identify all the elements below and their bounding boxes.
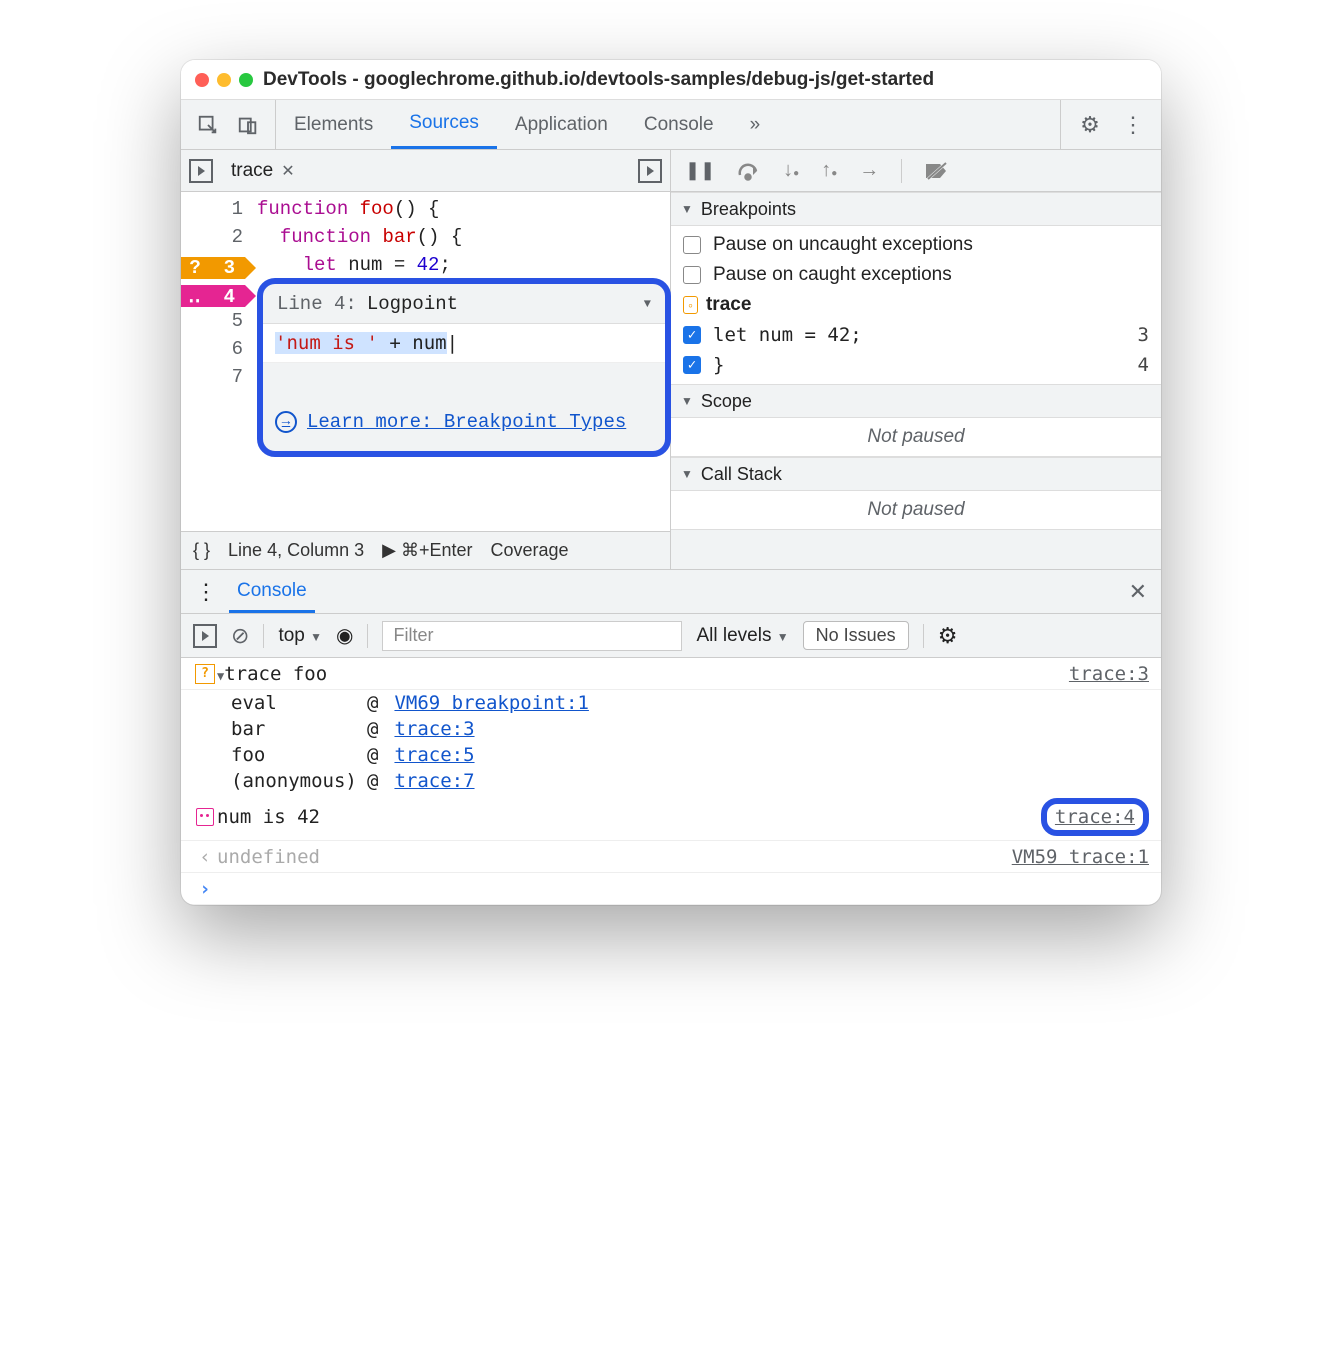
drawer-tab-console[interactable]: Console — [229, 570, 315, 613]
titlebar: DevTools - googlechrome.github.io/devtoo… — [181, 60, 1161, 100]
panel-tabs: Elements Sources Application Console » — [276, 100, 1060, 149]
stack-frame[interactable]: (anonymous)@trace:7 — [181, 768, 1161, 794]
clear-console-icon[interactable]: ⊘ — [231, 623, 249, 649]
log-levels-selector[interactable]: All levels ▼ — [696, 625, 788, 647]
console-filter-input[interactable]: Filter — [382, 621, 682, 651]
step-out-icon[interactable]: ↑● — [821, 159, 837, 182]
logpoint-marker[interactable]: ‥ 4 — [181, 285, 245, 307]
drawer-tabbar: ⋮ Console ✕ — [181, 570, 1161, 614]
breakpoints-header[interactable]: ▼Breakpoints — [671, 192, 1161, 226]
step-into-icon[interactable]: ↓● — [783, 159, 799, 182]
live-expression-icon[interactable]: ◉ — [336, 623, 353, 648]
tab-console[interactable]: Console — [626, 100, 732, 149]
stack-frame[interactable]: foo@trace:5 — [181, 742, 1161, 768]
line-1[interactable]: 1 — [181, 198, 257, 226]
close-tab-icon[interactable]: ✕ — [281, 161, 294, 181]
cursor-position: Line 4, Column 3 — [228, 540, 364, 561]
scope-header[interactable]: ▼Scope — [671, 384, 1161, 418]
stack-frame[interactable]: eval@VM69 breakpoint:1 — [181, 690, 1161, 716]
run-snippet-hint: ▶ ⌘+Enter — [382, 540, 472, 561]
console-output: ? ▼trace foo trace:3 eval@VM69 breakpoin… — [181, 658, 1161, 905]
close-drawer-icon[interactable]: ✕ — [1129, 579, 1147, 605]
source-link[interactable]: VM59 trace:1 — [1012, 846, 1149, 868]
step-over-icon[interactable] — [737, 161, 761, 181]
line-2[interactable]: 2 — [181, 226, 257, 254]
device-toolbar-icon[interactable] — [237, 114, 259, 136]
breakpoint-file-chip: ◦ — [683, 296, 698, 314]
stack-frame[interactable]: bar@trace:3 — [181, 716, 1161, 742]
logpoint-badge-icon — [196, 808, 214, 826]
console-prompt[interactable]: › — [181, 873, 1161, 905]
breakpoint-file-name: trace — [706, 294, 751, 316]
callstack-header[interactable]: ▼Call Stack — [671, 457, 1161, 491]
source-link[interactable]: trace:3 — [1069, 663, 1149, 685]
drawer-menu-icon[interactable]: ⋮ — [195, 579, 215, 605]
console-settings-icon[interactable]: ⚙ — [938, 623, 958, 649]
logpoint-expression-input[interactable]: 'num is ' + num| — [263, 324, 665, 363]
pause-uncaught-checkbox[interactable]: Pause on uncaught exceptions — [671, 230, 1161, 260]
external-link-icon: → — [275, 411, 297, 433]
editor-statusbar: { } Line 4, Column 3 ▶ ⌘+Enter Coverage — [181, 531, 670, 569]
line-7[interactable]: 7 — [181, 366, 257, 394]
line-5[interactable]: 5 — [181, 310, 257, 338]
conditional-breakpoint-marker[interactable]: ? 3 — [181, 257, 245, 279]
close-window-button[interactable] — [195, 73, 209, 87]
zoom-window-button[interactable] — [239, 73, 253, 87]
editor-tabbar: trace ✕ — [181, 150, 670, 192]
breakpoint-editor-popover: Line 4: Logpoint ▼ 'num is ' + num| → Le… — [257, 278, 671, 457]
line-4[interactable]: ‥ 4 — [181, 282, 257, 310]
minimize-window-button[interactable] — [217, 73, 231, 87]
pause-caught-checkbox[interactable]: Pause on caught exceptions — [671, 260, 1161, 290]
context-selector[interactable]: top ▼ — [278, 625, 322, 647]
highlighted-source-link[interactable]: trace:4 — [1041, 798, 1149, 836]
window-title: DevTools - googlechrome.github.io/devtoo… — [263, 69, 934, 91]
file-tab-label: trace — [231, 160, 273, 182]
scope-not-paused: Not paused — [671, 418, 1161, 457]
pretty-print-button[interactable]: { } — [193, 540, 210, 561]
line-6[interactable]: 6 — [181, 338, 257, 366]
issues-button[interactable]: No Issues — [803, 621, 909, 650]
tab-sources[interactable]: Sources — [391, 100, 497, 149]
console-return-row: ‹ undefined VM59 trace:1 — [181, 841, 1161, 873]
trace-badge-icon: ? — [195, 664, 215, 684]
dropdown-chevron-icon: ▼ — [644, 297, 651, 311]
breakpoint-type-select[interactable]: Logpoint ▼ — [367, 293, 651, 315]
console-trace-row[interactable]: ? ▼trace foo trace:3 — [181, 658, 1161, 690]
step-icon[interactable]: → — [859, 159, 879, 182]
navigator-toggle-icon[interactable] — [189, 159, 213, 183]
line-3[interactable]: ? 3 — [181, 254, 257, 282]
breakpoint-item[interactable]: ✓let num = 42;3 — [671, 320, 1161, 350]
settings-icon[interactable]: ⚙ — [1079, 114, 1101, 136]
console-logpoint-row[interactable]: num is 42 trace:4 — [181, 794, 1161, 841]
callstack-not-paused: Not paused — [671, 491, 1161, 530]
code-editor[interactable]: 1 2 ? 3 ‥ 4 5 6 7 function foo() { funct… — [181, 192, 670, 531]
pause-button[interactable]: ❚❚ — [685, 160, 715, 181]
popover-line-label: Line 4: — [277, 293, 357, 315]
debugger-toolbar: ❚❚ ↓● ↑● → — [671, 150, 1161, 192]
tabs-overflow[interactable]: » — [732, 100, 779, 149]
coverage-button[interactable]: Coverage — [491, 540, 569, 561]
breakpoint-item[interactable]: ✓}4 — [671, 350, 1161, 380]
tab-elements[interactable]: Elements — [276, 100, 391, 149]
console-toolbar: ⊘ top ▼ ◉ Filter All levels ▼ No Issues … — [181, 614, 1161, 658]
more-editor-icon[interactable] — [638, 159, 662, 183]
deactivate-breakpoints-icon[interactable] — [924, 161, 950, 181]
file-tab-trace[interactable]: trace ✕ — [225, 156, 301, 186]
more-menu-icon[interactable]: ⋮ — [1121, 114, 1143, 136]
console-sidebar-toggle[interactable] — [193, 624, 217, 648]
inspect-element-icon[interactable] — [197, 114, 219, 136]
main-toolbar: Elements Sources Application Console » ⚙… — [181, 100, 1161, 150]
tab-application[interactable]: Application — [497, 100, 626, 149]
learn-more-link[interactable]: → Learn more: Breakpoint Types — [263, 393, 665, 451]
line-gutter[interactable]: 1 2 ? 3 ‥ 4 5 6 7 — [181, 192, 257, 531]
